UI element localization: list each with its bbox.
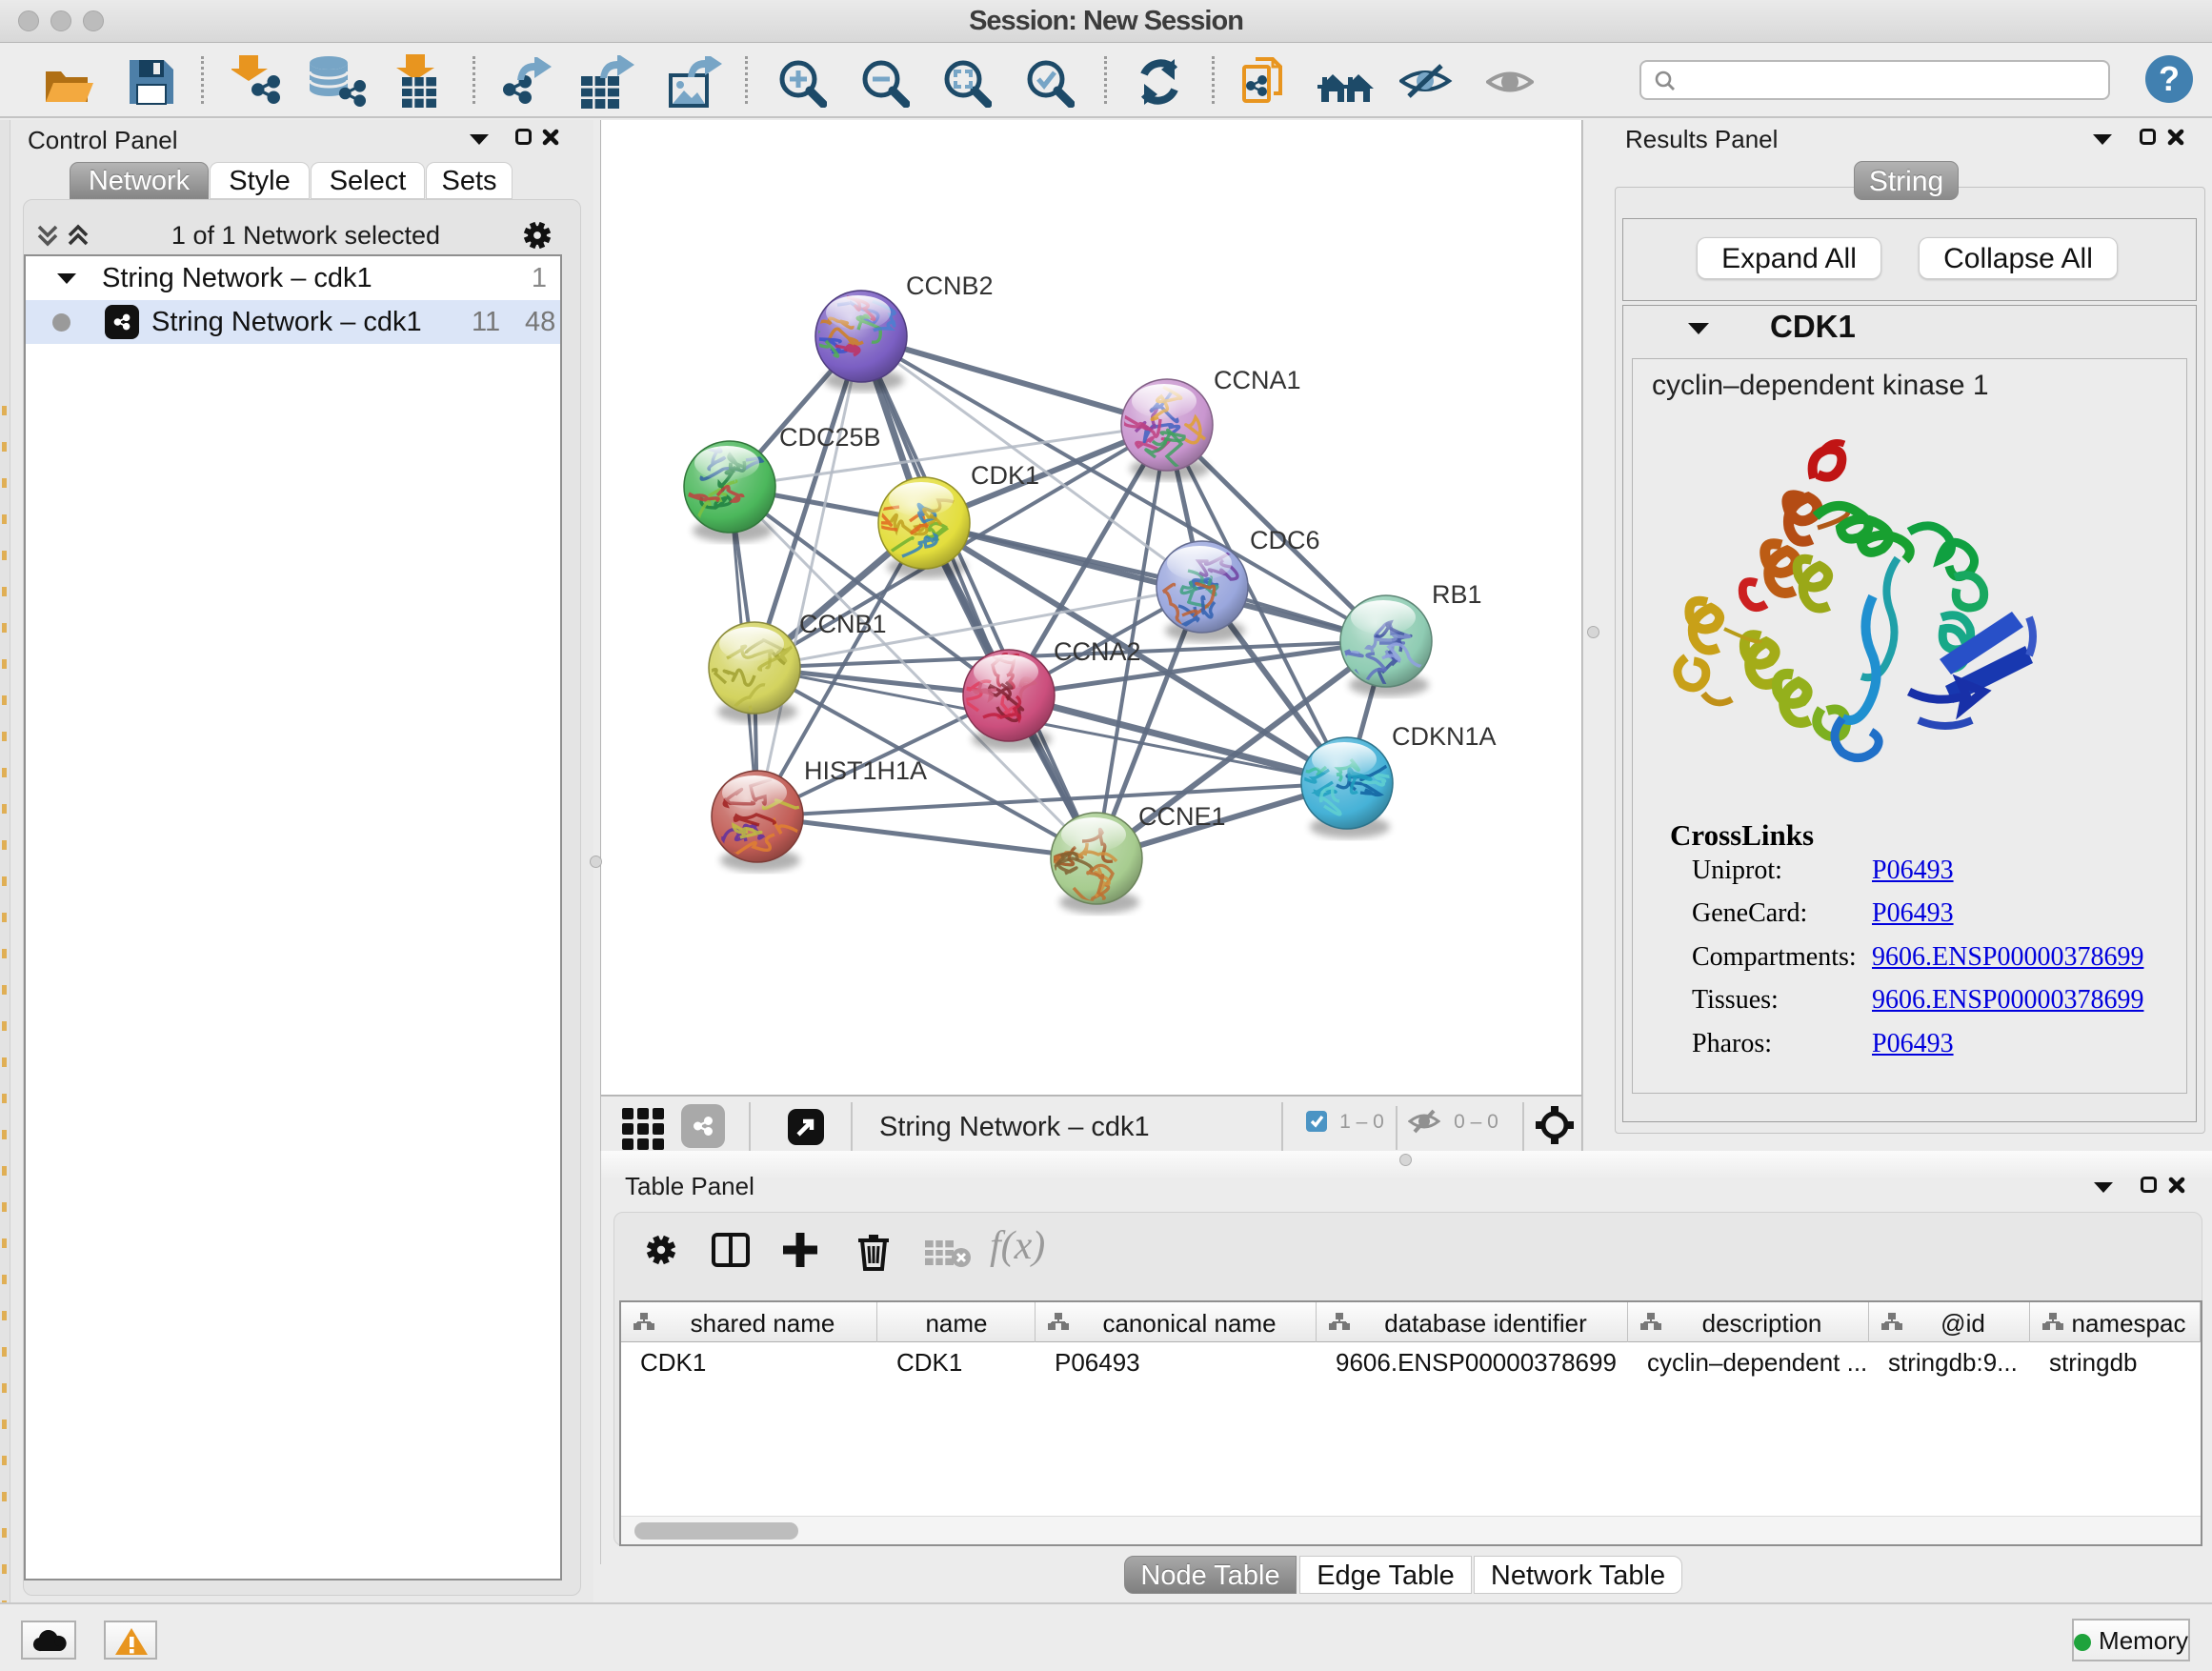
svg-text:CCNA2: CCNA2 [1054,637,1141,666]
svg-text:CCNB2: CCNB2 [906,272,994,300]
svg-text:CDK1: CDK1 [971,461,1039,490]
svg-text:RB1: RB1 [1432,580,1482,609]
svg-text:HIST1H1A: HIST1H1A [804,756,927,785]
svg-text:CCNB1: CCNB1 [799,610,887,638]
svg-text:CDC25B: CDC25B [779,423,881,452]
svg-text:CCNE1: CCNE1 [1138,802,1226,831]
svg-text:CDC6: CDC6 [1250,526,1320,554]
svg-text:CCNA1: CCNA1 [1214,366,1301,394]
svg-text:CDKN1A: CDKN1A [1392,722,1497,751]
